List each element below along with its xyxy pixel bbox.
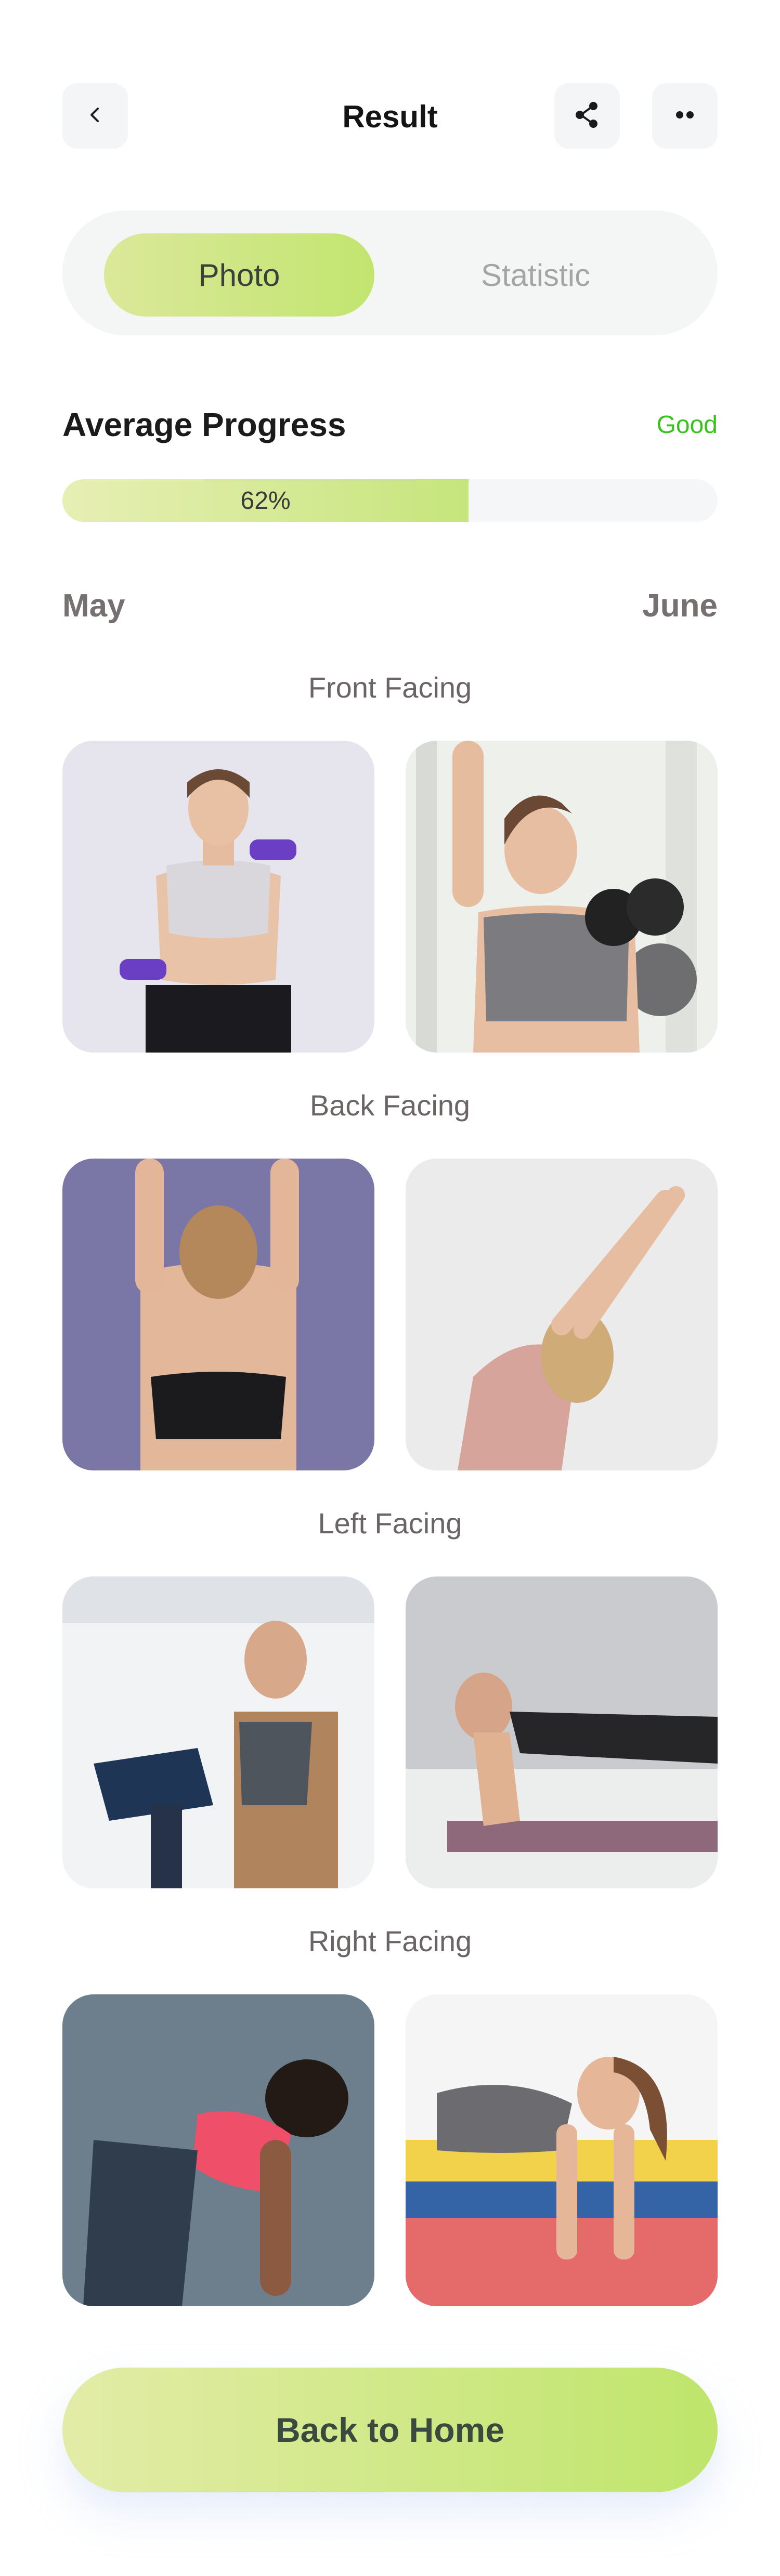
month-from: May xyxy=(62,588,125,624)
progress-bar: 62% xyxy=(62,479,718,522)
share-icon xyxy=(571,99,603,133)
more-dots-icon xyxy=(672,110,698,123)
view-toggle: Photo Statistic xyxy=(62,211,718,335)
left-facing-label: Left Facing xyxy=(318,1507,462,1540)
month-to: June xyxy=(642,588,718,624)
left-photo-may[interactable] xyxy=(62,1576,374,1888)
back-photo-june[interactable] xyxy=(406,1159,718,1470)
back-facing-label: Back Facing xyxy=(309,1089,471,1122)
right-photo-june[interactable] xyxy=(406,1994,718,2306)
back-photo-may[interactable] xyxy=(62,1159,374,1470)
progress-percent: 62% xyxy=(240,487,291,515)
front-facing-label: Front Facing xyxy=(308,671,472,704)
front-photo-june[interactable] xyxy=(406,741,718,1053)
front-photo-may[interactable] xyxy=(62,741,374,1053)
tab-statistic[interactable]: Statistic xyxy=(400,233,671,317)
progress-fill: 62% xyxy=(62,479,469,522)
more-button[interactable] xyxy=(652,83,718,149)
average-progress-title: Average Progress xyxy=(62,406,346,443)
share-button[interactable] xyxy=(554,83,620,149)
progress-status: Good xyxy=(656,411,718,439)
left-photo-june[interactable] xyxy=(406,1576,718,1888)
right-facing-label: Right Facing xyxy=(308,1925,472,1957)
tab-photo[interactable]: Photo xyxy=(104,233,374,317)
right-photo-may[interactable] xyxy=(62,1994,374,2306)
back-to-home-button[interactable]: Back to Home xyxy=(62,2368,718,2492)
